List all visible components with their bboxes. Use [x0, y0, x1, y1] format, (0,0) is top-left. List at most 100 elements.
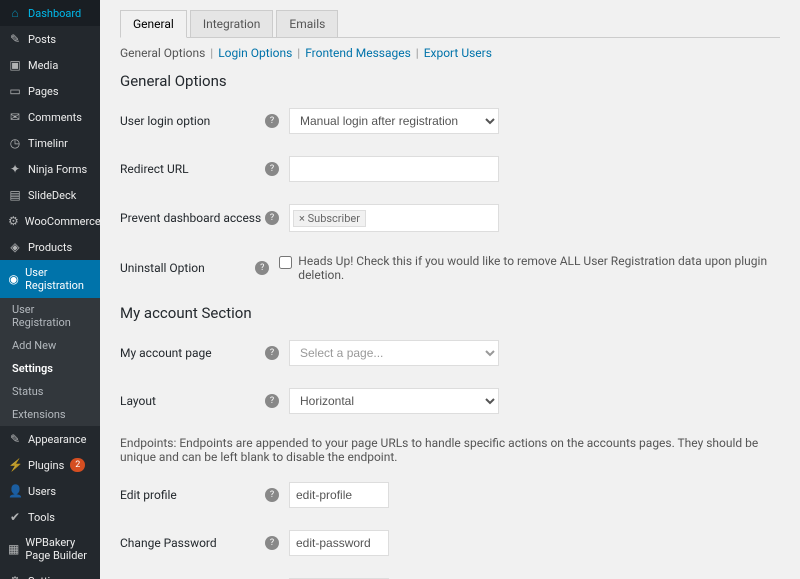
sidebar-item-comments[interactable]: ✉Comments: [0, 104, 100, 130]
sidebar-item-media[interactable]: ▣ Media: [0, 52, 100, 78]
label-user-login: User login option: [120, 114, 265, 128]
sidebar-item-plugins[interactable]: ⚡ Plugins 2: [0, 452, 100, 478]
help-icon[interactable]: ?: [265, 488, 279, 502]
plugins-icon: ⚡: [8, 458, 22, 472]
plugins-badge: 2: [70, 458, 85, 472]
pages-icon: ▭: [8, 84, 22, 98]
sidebar-submenu: User Registration Add New Settings Statu…: [0, 298, 100, 426]
subitem-extensions[interactable]: Extensions: [0, 403, 100, 426]
sidebar-item-appearance[interactable]: ✎ Appearance: [0, 426, 100, 452]
tab-integration[interactable]: Integration: [190, 10, 274, 37]
appearance-icon: ✎: [8, 432, 22, 446]
tab-general[interactable]: General: [120, 10, 187, 38]
row-uninstall: Uninstall Option ? Heads Up! Check this …: [120, 254, 780, 282]
sidebar-item-ninja-forms[interactable]: ✦Ninja Forms: [0, 156, 100, 182]
help-icon[interactable]: ?: [265, 211, 279, 225]
row-prevent-dashboard: Prevent dashboard access ? × Subscriber: [120, 204, 780, 232]
sidebar-item-timelinr[interactable]: ◷Timelinr: [0, 130, 100, 156]
woo-icon: ⚙: [8, 214, 19, 228]
comments-icon: ✉: [8, 110, 22, 124]
main-content: General Integration Emails General Optio…: [100, 0, 800, 579]
input-redirect-url[interactable]: [289, 156, 499, 182]
sidebar-item-pages[interactable]: ▭Pages: [0, 78, 100, 104]
ninja-icon: ✦: [8, 162, 22, 176]
help-icon[interactable]: ?: [265, 394, 279, 408]
sidebar-label: Plugins: [28, 459, 64, 472]
user-reg-icon: ◉: [8, 272, 19, 286]
media-icon: ▣: [8, 58, 22, 72]
sidebar-label: User Registration: [25, 266, 92, 292]
settings-tabs: General Integration Emails: [120, 10, 780, 38]
section-title-account: My account Section: [120, 304, 780, 322]
select-layout[interactable]: Horizontal: [289, 388, 499, 414]
label-uninstall: Uninstall Option: [120, 261, 255, 275]
label-my-account-page: My account page: [120, 346, 265, 360]
slides-icon: ▤: [8, 188, 22, 202]
clock-icon: ◷: [8, 136, 22, 150]
sidebar-label: Dashboard: [28, 7, 81, 20]
admin-sidebar: ⌂ Dashboard ✎ Posts ▣ Media ▭Pages ✉Comment…: [0, 0, 100, 579]
label-layout: Layout: [120, 394, 265, 408]
subnav-login-options[interactable]: Login Options: [218, 46, 292, 60]
row-layout: Layout ? Horizontal: [120, 388, 780, 414]
sidebar-label: Users: [28, 485, 56, 498]
row-my-account-page: My account page ? Select a page...: [120, 340, 780, 366]
subitem-user-registration[interactable]: User Registration: [0, 298, 100, 334]
sidebar-item-users[interactable]: 👤 Users: [0, 478, 100, 504]
help-icon[interactable]: ?: [265, 346, 279, 360]
subitem-settings[interactable]: Settings: [0, 357, 100, 380]
uninstall-text: Heads Up! Check this if you would like t…: [298, 254, 780, 282]
sidebar-label: Settings: [28, 575, 68, 579]
sidebar-label: Appearance: [28, 433, 87, 446]
sidebar-label: Tools: [28, 511, 55, 524]
subitem-add-new[interactable]: Add New: [0, 334, 100, 357]
pin-icon: ✎: [8, 32, 22, 46]
sidebar-item-wpbakery[interactable]: ▦ WPBakery Page Builder: [0, 530, 100, 568]
select-user-login[interactable]: Manual login after registration: [289, 108, 499, 134]
wpbakery-icon: ▦: [8, 542, 19, 556]
row-user-login: User login option ? Manual login after r…: [120, 108, 780, 134]
sidebar-item-user-registration[interactable]: ◉ User Registration: [0, 260, 100, 298]
sidebar-item-tools[interactable]: ✔ Tools: [0, 504, 100, 530]
select-my-account-page[interactable]: Select a page...: [289, 340, 499, 366]
sidebar-item-dashboard[interactable]: ⌂ Dashboard: [0, 0, 100, 26]
users-icon: 👤: [8, 484, 22, 498]
settings-subnav: General Options | Login Options | Fronte…: [120, 46, 780, 60]
checkbox-uninstall[interactable]: [279, 256, 292, 269]
separator: |: [297, 46, 300, 60]
endpoints-note: Endpoints: Endpoints are appended to you…: [120, 436, 780, 464]
sidebar-item-woocommerce[interactable]: ⚙WooCommerce: [0, 208, 100, 234]
sidebar-label: SlideDeck: [28, 189, 76, 202]
tag-subscriber[interactable]: × Subscriber: [293, 210, 366, 227]
sidebar-label: Posts: [28, 33, 56, 46]
subitem-status[interactable]: Status: [0, 380, 100, 403]
tools-icon: ✔: [8, 510, 22, 524]
label-redirect-url: Redirect URL: [120, 162, 265, 176]
section-title-general: General Options: [120, 72, 780, 90]
sidebar-item-settings[interactable]: ⚙ Settings: [0, 568, 100, 579]
sidebar-label: Media: [28, 59, 58, 72]
settings-icon: ⚙: [8, 574, 22, 579]
input-edit-profile[interactable]: [289, 482, 389, 508]
tab-emails[interactable]: Emails: [276, 10, 338, 37]
subnav-export-users[interactable]: Export Users: [424, 46, 492, 60]
row-edit-profile: Edit profile ?: [120, 482, 780, 508]
help-icon[interactable]: ?: [265, 114, 279, 128]
help-icon[interactable]: ?: [265, 536, 279, 550]
dashboard-icon: ⌂: [8, 6, 22, 20]
sidebar-item-slidedeck[interactable]: ▤ SlideDeck: [0, 182, 100, 208]
sidebar-item-products[interactable]: ◈Products: [0, 234, 100, 260]
label-edit-profile: Edit profile: [120, 488, 265, 502]
sidebar-item-posts[interactable]: ✎ Posts: [0, 26, 100, 52]
subnav-frontend-messages[interactable]: Frontend Messages: [305, 46, 411, 60]
row-change-password: Change Password ?: [120, 530, 780, 556]
help-icon[interactable]: ?: [255, 261, 269, 275]
label-change-password: Change Password: [120, 536, 265, 550]
separator: |: [416, 46, 419, 60]
row-redirect-url: Redirect URL ?: [120, 156, 780, 182]
separator: |: [210, 46, 213, 60]
input-prevent-dashboard[interactable]: × Subscriber: [289, 204, 499, 232]
help-icon[interactable]: ?: [265, 162, 279, 176]
sidebar-label: WPBakery Page Builder: [25, 536, 92, 562]
input-change-password[interactable]: [289, 530, 389, 556]
